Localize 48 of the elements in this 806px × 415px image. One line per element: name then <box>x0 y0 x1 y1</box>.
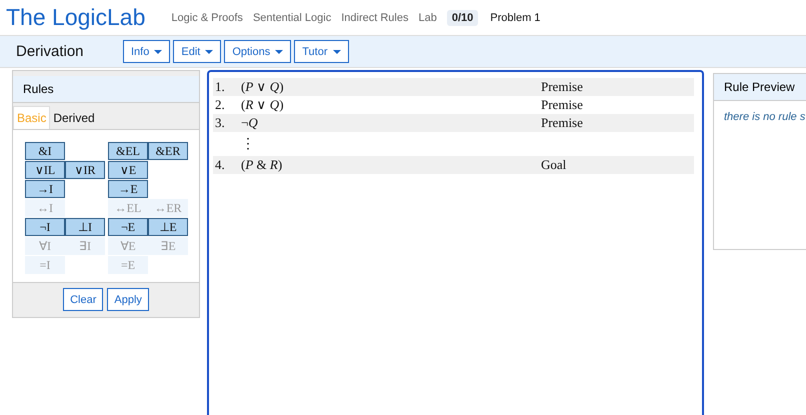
problem-label: Problem 1 <box>490 12 540 24</box>
caret-icon <box>154 50 162 54</box>
rules-title: Rules <box>13 76 199 103</box>
formula: (P ∨ Q) <box>241 79 285 95</box>
proof-line[interactable]: 2. (R ∨ Q) Premise <box>213 96 694 114</box>
rule-button[interactable]: &EL <box>108 142 148 160</box>
rule-preview-title: Rule Preview <box>714 74 806 101</box>
logo[interactable]: The LogicLab <box>6 4 146 31</box>
derivation-title: Derivation <box>16 43 85 60</box>
ellipsis: ⋮ <box>241 136 255 153</box>
formula: ¬Q <box>241 115 259 131</box>
rule-button[interactable]: ∨E <box>108 161 148 179</box>
rule-button[interactable]: →I <box>25 180 65 198</box>
menu-button[interactable]: Tutor <box>294 40 349 63</box>
menu-button[interactable]: Info <box>123 40 170 63</box>
line-number: 1. <box>214 79 226 95</box>
menu-button[interactable]: Edit <box>173 40 222 63</box>
rule-preview-message: there is no rule s <box>723 110 806 123</box>
rule-button[interactable]: &I <box>25 142 65 160</box>
score-badge: 0/10 <box>446 10 478 26</box>
justification: Premise <box>541 115 583 131</box>
justification: Goal <box>541 157 566 173</box>
caret-icon <box>275 50 284 54</box>
rule-button[interactable]: ∨IL <box>25 161 65 179</box>
menu-button[interactable]: Options <box>224 40 292 63</box>
line-number: 3. <box>214 115 226 131</box>
rules-action-button[interactable]: Clear <box>63 288 104 311</box>
justification: Premise <box>541 79 583 95</box>
rule-button[interactable]: ¬I <box>25 218 65 236</box>
justification: Premise <box>541 97 583 113</box>
rule-button[interactable]: ¬E <box>108 218 148 236</box>
breadcrumb-link[interactable]: Logic & Proofs <box>171 12 243 24</box>
rule-button[interactable]: →E <box>108 180 148 198</box>
breadcrumb-link[interactable]: Sentential Logic <box>252 12 332 24</box>
rules-tab[interactable]: Derived <box>50 106 98 129</box>
formula: (P & R) <box>241 157 284 173</box>
rule-button[interactable]: ⊥E <box>148 218 188 236</box>
rule-button[interactable]: &ER <box>148 142 188 160</box>
breadcrumb-link[interactable]: Lab <box>418 12 437 24</box>
formula: (R ∨ Q) <box>241 97 285 113</box>
rule-button[interactable]: ∨IR <box>65 161 105 179</box>
rule-button[interactable]: ⊥I <box>65 218 105 236</box>
caret-icon <box>205 50 214 54</box>
rules-action-button[interactable]: Apply <box>107 288 149 311</box>
line-number: 4. <box>214 157 226 173</box>
breadcrumb-link[interactable]: Indirect Rules <box>341 12 408 24</box>
line-number: 2. <box>214 97 226 113</box>
caret-icon <box>332 50 341 54</box>
